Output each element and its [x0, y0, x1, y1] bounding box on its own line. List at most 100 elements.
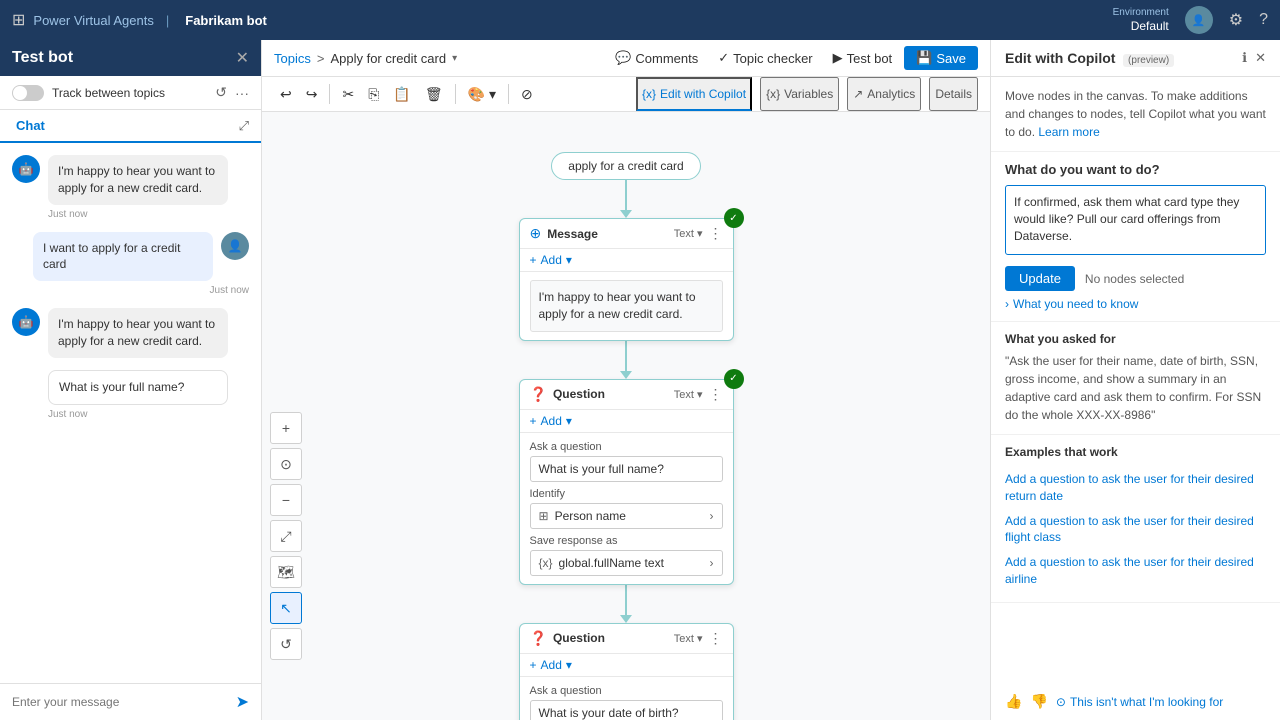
thumbs-up-icon[interactable]: 👍	[1005, 693, 1022, 710]
ask-question-value-1[interactable]: What is your full name?	[530, 456, 723, 482]
message-node-menu[interactable]: ⋮	[709, 225, 723, 242]
chat-area: 🤖 I'm happy to hear you want to apply fo…	[0, 143, 261, 683]
select-tool-button[interactable]: ↖	[270, 592, 302, 624]
paste-button[interactable]: 📋	[387, 82, 416, 107]
erase-button[interactable]: ⊘	[515, 82, 539, 107]
topic-checker-button[interactable]: ✓ Topic checker	[710, 46, 820, 70]
app-name: Power Virtual Agents	[33, 13, 153, 28]
example-item-2[interactable]: Add a question to ask the user for their…	[1005, 509, 1266, 551]
save-chevron-1: ›	[710, 556, 714, 570]
edit-copilot-tab[interactable]: {x} Edit with Copilot	[636, 77, 752, 111]
send-button[interactable]: ➤	[236, 692, 249, 712]
user-avatar-chat: 👤	[221, 232, 249, 260]
test-bot-toolbar-button[interactable]: ▶ Test bot	[825, 46, 901, 70]
paint-button[interactable]: 🎨 ▾	[462, 82, 502, 107]
copilot-spacer	[991, 603, 1280, 683]
question-1-title: Question	[553, 387, 668, 401]
example-item-1[interactable]: Add a question to ask the user for their…	[1005, 467, 1266, 509]
toolbar-divider-2	[455, 84, 456, 104]
fit-view-button[interactable]: ⊙	[270, 448, 302, 480]
map-button[interactable]: 🗺	[270, 556, 302, 588]
undo-button[interactable]: ↩	[274, 82, 298, 107]
question-1-body: Ask a question What is your full name? I…	[520, 433, 733, 584]
toolbar-icons: ↩ ↪ ✂ ⎘ 📋 🗑 🎨 ▾ ⊘	[274, 82, 539, 107]
message-node-body: I'm happy to hear you want to apply for …	[520, 272, 733, 340]
ask-question-label-1: Ask a question	[530, 441, 723, 453]
help-icon[interactable]: ?	[1259, 11, 1268, 29]
copilot-actions: Update No nodes selected	[1005, 266, 1266, 291]
test-bot-panel: Test bot ✕ Track between topics ↺ ··· Ch…	[0, 40, 262, 720]
topic-checker-label: Topic checker	[733, 51, 812, 66]
not-looking-for-link[interactable]: ⊙ This isn't what I'm looking for	[1056, 695, 1223, 709]
what-you-need-label: What you need to know	[1013, 297, 1138, 311]
trigger-node[interactable]: apply for a credit card	[551, 152, 700, 180]
zoom-out-button[interactable]: −	[270, 484, 302, 516]
message-node-add[interactable]: + Add ▾	[520, 249, 733, 272]
variables-tab[interactable]: {x} Variables	[760, 77, 839, 111]
save-response-field-1: Save response as {x} global.fullName tex…	[530, 535, 723, 576]
connector-3	[625, 585, 627, 615]
delete-button[interactable]: 🗑	[419, 82, 449, 107]
thumbs-down-icon[interactable]: 👎	[1030, 693, 1047, 710]
learn-more-link[interactable]: Learn more	[1038, 125, 1099, 139]
user-message-1: I want to apply for a credit card 👤	[12, 232, 249, 282]
question-node-2[interactable]: ❓ Question Text ▾ ⋮ + Add ▾ Ask a questi…	[519, 623, 734, 720]
example-item-3[interactable]: Add a question to ask the user for their…	[1005, 550, 1266, 592]
question-2-icon: ❓	[530, 630, 547, 647]
copilot-close-icon[interactable]: ✕	[1255, 50, 1266, 66]
variables-icon: {x}	[766, 87, 780, 101]
examples-section: Examples that work Add a question to ask…	[991, 435, 1280, 603]
user-avatar[interactable]: 👤	[1185, 6, 1213, 34]
question-node-1[interactable]: ❓ Question Text ▾ ⋮ + Add ▾ Ask a questi…	[519, 379, 734, 585]
copilot-panel-header: Edit with Copilot (preview) ℹ ✕	[991, 40, 1280, 77]
identify-value-1[interactable]: ⊞ Person name ›	[530, 503, 723, 529]
analytics-label: Analytics	[867, 87, 915, 101]
copilot-panel-icons: ℹ ✕	[1242, 50, 1266, 66]
copilot-textarea[interactable]: If confirmed, ask them what card type th…	[1005, 185, 1266, 255]
track-topics-toggle[interactable]	[12, 85, 44, 101]
expand-chat-icon[interactable]: ⤢	[239, 118, 249, 134]
ask-question-value-2[interactable]: What is your date of birth?	[530, 700, 723, 720]
chevron-right-icon: ›	[1005, 297, 1009, 311]
test-bot-title: Test bot	[12, 49, 73, 67]
connector-1	[625, 180, 627, 210]
details-tab[interactable]: Details	[929, 77, 978, 111]
breadcrumb-dropdown-icon[interactable]: ▾	[452, 53, 457, 64]
settings-icon[interactable]: ⚙	[1229, 10, 1243, 30]
refresh-button[interactable]: ↺	[215, 84, 227, 101]
more-options-button[interactable]: ···	[235, 85, 249, 101]
environment-info: Environment Default	[1113, 7, 1169, 33]
undo-canvas-button[interactable]: ↺	[270, 628, 302, 660]
question-1-icon: ❓	[530, 386, 547, 403]
breadcrumb-topics[interactable]: Topics	[274, 51, 311, 66]
message-node-wrapper: ⊕ Message Text ▾ ⋮ + Add ▾ I'm happy to …	[519, 218, 734, 341]
what-you-need-link[interactable]: › What you need to know	[1005, 297, 1266, 311]
app-grid-icon[interactable]: ⊞	[12, 10, 25, 30]
question-1-add[interactable]: + Add ▾	[520, 410, 733, 433]
details-label: Details	[935, 87, 972, 101]
copilot-input-section: What do you want to do? If confirmed, as…	[991, 152, 1280, 322]
analytics-tab[interactable]: ↗ Analytics	[847, 77, 921, 111]
save-button[interactable]: 💾 Save	[904, 46, 978, 70]
copy-button[interactable]: ⎘	[362, 82, 385, 107]
save-response-label-1: Save response as	[530, 535, 723, 547]
copilot-info-icon[interactable]: ℹ	[1242, 50, 1247, 66]
examples-title: Examples that work	[1005, 445, 1266, 459]
fullscreen-button[interactable]: ⤢	[270, 520, 302, 552]
breadcrumb: Topics > Apply for credit card ▾	[262, 41, 469, 76]
chat-input[interactable]	[12, 695, 228, 709]
close-panel-button[interactable]: ✕	[236, 48, 249, 68]
ask-question-field-2: Ask a question What is your date of birt…	[530, 685, 723, 720]
redo-button[interactable]: ↪	[300, 82, 324, 107]
message-node-icon: ⊕	[530, 225, 542, 242]
zoom-in-button[interactable]: +	[270, 412, 302, 444]
message-node-1[interactable]: ⊕ Message Text ▾ ⋮ + Add ▾ I'm happy to …	[519, 218, 734, 341]
question-2-add[interactable]: + Add ▾	[520, 654, 733, 677]
comments-button[interactable]: 💬 Comments	[607, 46, 706, 70]
question-1-menu[interactable]: ⋮	[709, 386, 723, 403]
question-2-menu[interactable]: ⋮	[709, 630, 723, 647]
save-response-value-1[interactable]: {x} global.fullName text ›	[530, 550, 723, 576]
cut-button[interactable]: ✂	[336, 82, 360, 107]
update-button[interactable]: Update	[1005, 266, 1075, 291]
chat-tab[interactable]: Chat	[12, 110, 49, 143]
